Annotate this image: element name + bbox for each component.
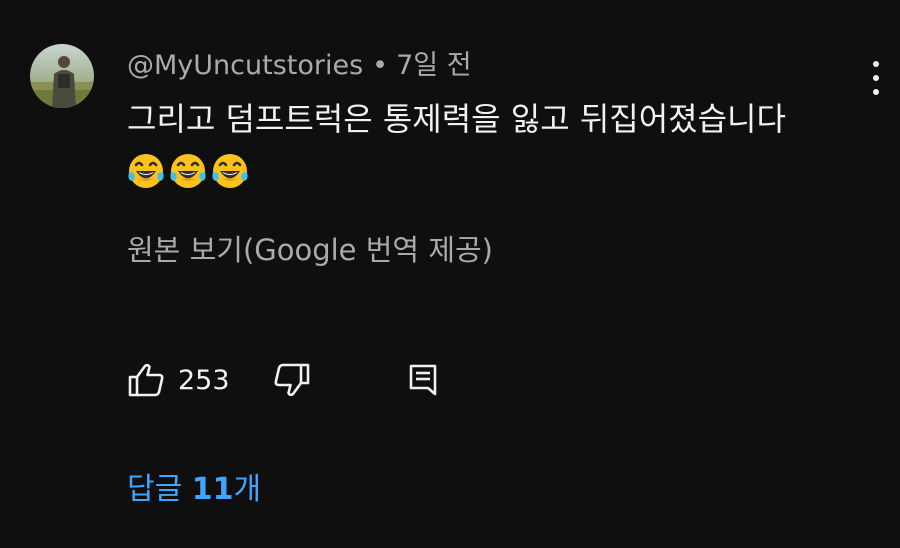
comment-actions: 253 [126,358,466,402]
thumbs-up-icon [128,363,164,397]
replies-suffix: 개 [233,472,262,507]
thumbs-down-icon [274,363,310,397]
more-options-icon[interactable] [858,56,894,100]
comment-meta: @MyUncutstories • 7일 전 [127,46,472,86]
comment-icon [409,364,437,396]
like-button[interactable]: 253 [126,358,230,402]
avatar[interactable] [30,44,94,108]
dislike-button[interactable] [272,358,312,402]
laughing-tears-emoji [128,154,164,188]
comment-text: 그리고 덤프트럭은 통제력을 잃고 뒤집어졌습니다 [127,100,786,138]
laughing-tears-emoji [170,154,206,188]
comment-thread: @MyUncutstories • 7일 전 그리고 덤프트럭은 통제력을 잃고 뒤… [0,0,900,548]
view-replies-button[interactable]: 답글 11개 [127,468,261,512]
replies-count: 11 [191,472,234,507]
see-original-link[interactable]: 원본 보기(Google 번역 제공) [127,228,493,272]
laughing-tears-emoji [212,154,248,188]
comment-emojis [126,150,250,190]
author-handle[interactable]: @MyUncutstories [127,50,363,81]
reply-button[interactable] [406,358,442,402]
replies-prefix: 답글 [127,472,192,507]
comment-time[interactable]: 7일 전 [396,50,471,81]
like-count: 253 [178,364,230,396]
meta-separator: • [372,50,389,81]
